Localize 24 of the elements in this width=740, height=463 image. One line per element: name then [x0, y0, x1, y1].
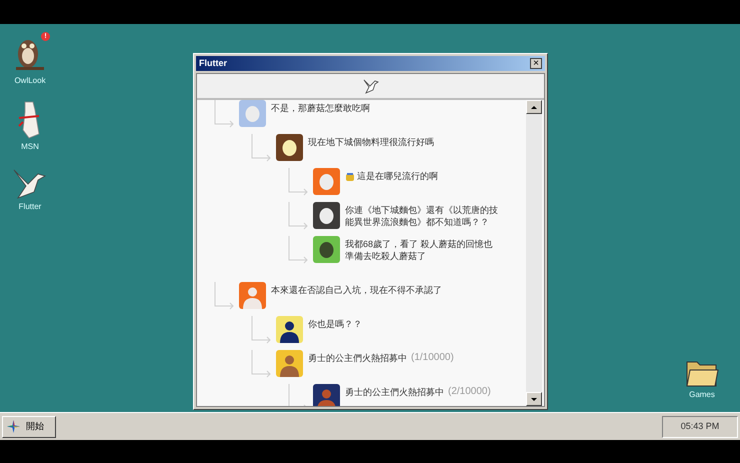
- comment-text: 我都68歲了，看了 殺人蘑菇的回憶也準備去吃殺人蘑菇了: [345, 238, 494, 262]
- origami-bird-icon[interactable]: [362, 77, 380, 95]
- comment-text: 本來還在否認自己入坑，現在不得不承認了: [271, 284, 442, 296]
- scroll-down-button[interactable]: [526, 392, 542, 406]
- star-icon: [7, 420, 20, 433]
- comment-text: 勇士的公主們火熱招募中: [308, 352, 407, 364]
- comment-count: (1/10000): [411, 352, 454, 364]
- icon-label[interactable]: Flutter: [18, 202, 42, 212]
- comment-text: 現在地下城個物料理很流行好嗎: [308, 136, 434, 148]
- close-button[interactable]: ×: [530, 58, 542, 69]
- icon-label[interactable]: OwlLook: [14, 76, 46, 86]
- scrollbar[interactable]: [526, 100, 542, 406]
- comment-text: 你也是嗎？？: [308, 318, 362, 330]
- window-title: Flutter: [199, 56, 227, 70]
- icon-label[interactable]: MSN: [21, 142, 39, 152]
- clock: 05:43 PM: [662, 416, 738, 438]
- icon-label[interactable]: Games: [689, 390, 715, 400]
- comment-text: 不是，那蘑菇怎麼敢吃啊: [271, 102, 370, 114]
- comment-text: 你連《地下城麵包》還有《以荒唐的技能異世界流浪麵包》都不知道嗎？？: [345, 204, 499, 228]
- start-button[interactable]: 開始: [2, 416, 56, 438]
- comment-text: 勇士的公主們火熱招募中: [345, 386, 444, 398]
- comment-count: (2/10000): [448, 386, 491, 398]
- comment-text: 這是在哪兒流行的啊: [357, 170, 438, 182]
- scroll-up-button[interactable]: [526, 100, 542, 114]
